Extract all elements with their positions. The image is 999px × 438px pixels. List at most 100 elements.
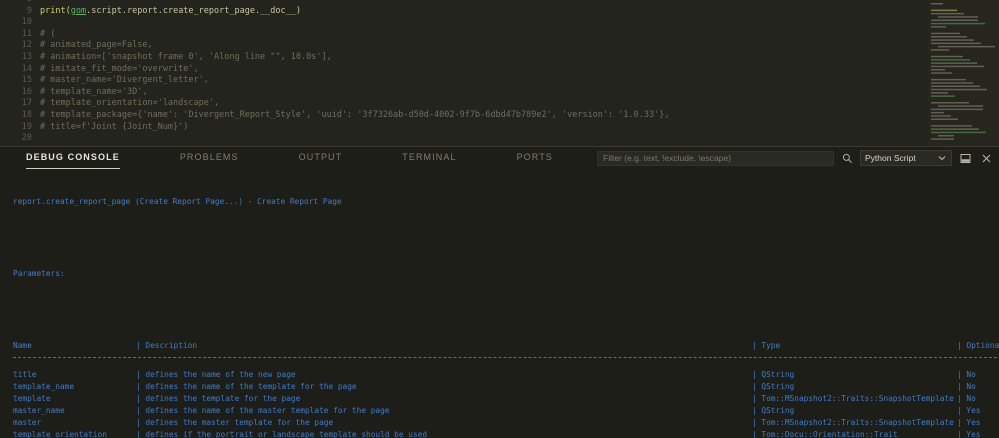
table-cell: No <box>957 369 999 381</box>
code-line: 15 # master_name='Divergent_letter', <box>0 75 999 87</box>
table-cell: Yes <box>957 429 999 438</box>
line-number: 18 <box>21 109 32 120</box>
line-number: 10 <box>21 17 32 28</box>
tab-problems[interactable]: PROBLEMS <box>180 147 239 169</box>
code-token: # template_orientation='landscape', <box>40 98 220 109</box>
table-cell: Yes <box>957 405 999 417</box>
code-line: 13 # animation=['snapshot frame 0', 'Alon… <box>0 52 999 64</box>
table-cell: No <box>957 381 999 393</box>
line-number: 13 <box>21 51 32 62</box>
table-cell: Tom::MSnapshot2::Traits::SnapshotTemplat… <box>752 393 957 405</box>
table-header-cell: Description <box>136 340 752 352</box>
panel-tab-bar-tabs: DEBUG CONSOLE PROBLEMS OUTPUT TERMINAL PORTS <box>0 147 553 169</box>
code-text: # master_name='Divergent_letter', <box>40 75 999 87</box>
panel-tab-bar: DEBUG CONSOLE PROBLEMS OUTPUT TERMINAL PORTS… <box>0 147 999 169</box>
panel-controls: Python Script <box>597 150 999 166</box>
code-text: # animation=['snapshot frame 0', 'Along … <box>40 52 999 64</box>
table-row: template_orientation defines if the portr… <box>13 429 999 438</box>
code-line: 16 # template_name='3D', <box>0 87 999 99</box>
table-row: master defines the master template for th… <box>13 417 999 429</box>
table-header-cell: Optional <box>957 340 999 352</box>
console-filter-input[interactable] <box>597 150 834 166</box>
code-line: 9 print(gom.script.report.create_report_p… <box>0 6 999 18</box>
code-line: 19 # title=f'Joint {Joint_Num}') <box>0 122 999 134</box>
table-separator <box>13 357 999 369</box>
debug-console-output[interactable]: report.create_report_page (Create Report… <box>0 170 999 438</box>
table-cell: defines the template for the page <box>136 393 752 405</box>
table-row: title defines the name of the new pageQSt… <box>13 369 999 381</box>
bottom-panel: DEBUG CONSOLE PROBLEMS OUTPUT TERMINAL PORTS… <box>0 146 999 438</box>
code-token: print <box>40 5 66 16</box>
separator-line <box>13 357 997 358</box>
code-line: 18 # template_package={'name': 'Divergent… <box>0 110 999 122</box>
table-row: template_name defines the name of the tem… <box>13 381 999 393</box>
code-token: .script.report.create_report_page.__doc_… <box>86 5 296 16</box>
code-text: # animated_page=False, <box>40 40 999 52</box>
table-header-cell: Name <box>13 341 32 350</box>
table-cell: title <box>13 370 37 379</box>
code-token: gom <box>70 5 87 16</box>
table-cell: template_name <box>13 382 75 391</box>
minimap[interactable] <box>928 0 999 146</box>
line-number: 11 <box>21 28 32 39</box>
code-text: # template_name='3D', <box>40 87 999 99</box>
code-text: print(gom.script.report.create_report_pa… <box>40 6 999 18</box>
table-cell: QString <box>752 405 957 417</box>
parameters-table: Name DescriptionTypeOptional title defines … <box>13 340 999 438</box>
table-cell: template_orientation <box>13 430 107 438</box>
code-text: # imitate_fit_mode='overwrite', <box>40 64 999 76</box>
vscode-window: 89print(gom.script.report.create_report_… <box>0 0 999 438</box>
table-cell: defines the name of the new page <box>136 369 752 381</box>
code-token: # animation=['snapshot frame 0', 'Along … <box>40 51 332 62</box>
table-cell: template <box>13 394 51 403</box>
table-cell: Yes <box>957 417 999 429</box>
code-token: # title=f'Joint {Joint_Num}') <box>40 121 189 132</box>
table-cell: Tom::MSnapshot2::Traits::SnapshotTemplat… <box>752 417 957 429</box>
line-number: 15 <box>21 75 32 86</box>
code-token: # ( <box>40 28 56 39</box>
panel-layout-icon[interactable] <box>957 150 973 166</box>
table-cell: No <box>957 393 999 405</box>
code-token: # imitate_fit_mode='overwrite', <box>40 63 199 74</box>
editor-region[interactable]: 89print(gom.script.report.create_report_… <box>0 0 999 146</box>
code-token: # master_name='Divergent_letter', <box>40 75 209 86</box>
search-icon <box>839 150 855 166</box>
table-cell: defines if the portrait or landscape tem… <box>136 429 752 438</box>
close-panel-icon[interactable] <box>978 150 994 166</box>
tab-terminal[interactable]: TERMINAL <box>402 147 456 169</box>
table-cell: Tom::Docu::Orientation::Trait <box>752 429 957 438</box>
table-row: template defines the template for the pag… <box>13 393 999 405</box>
code-line: 12 # animated_page=False, <box>0 40 999 52</box>
line-number: 14 <box>21 63 32 74</box>
table-cell: master_name <box>13 406 65 415</box>
line-number: 19 <box>21 121 32 132</box>
code-token: # template_package={'name': 'Divergent_R… <box>40 109 670 120</box>
table-cell: QString <box>752 369 957 381</box>
code-text: # title=f'Joint {Joint_Num}') <box>40 122 999 134</box>
line-number: 17 <box>21 98 32 109</box>
code-line: 10 <box>0 17 999 29</box>
code-line: 11 # ( <box>0 29 999 41</box>
line-number: 16 <box>21 86 32 97</box>
code-line: 20 <box>0 133 999 145</box>
code-line: 17 # template_orientation='landscape', <box>0 98 999 110</box>
tab-output[interactable]: OUTPUT <box>299 147 343 169</box>
tab-debug-console[interactable]: DEBUG CONSOLE <box>26 147 120 169</box>
minimap-content <box>931 3 995 140</box>
code-text: # ( <box>40 29 999 41</box>
line-number: 9 <box>26 5 32 16</box>
line-number: 12 <box>21 40 32 51</box>
console-intro-line: report.create_report_page (Create Report… <box>13 197 342 206</box>
code-text: # template_package={'name': 'Divergent_R… <box>40 110 999 122</box>
editor-code-lines: 89print(gom.script.report.create_report_… <box>0 0 999 145</box>
table-header-cell: Type <box>752 340 957 352</box>
tab-ports[interactable]: PORTS <box>517 147 553 169</box>
debug-session-select[interactable]: Python Script <box>860 150 952 166</box>
table-cell: master <box>13 418 42 427</box>
code-token: # template_name='3D', <box>40 86 148 97</box>
chevron-down-icon <box>937 153 947 163</box>
table-header-row: Name DescriptionTypeOptional <box>13 340 999 352</box>
